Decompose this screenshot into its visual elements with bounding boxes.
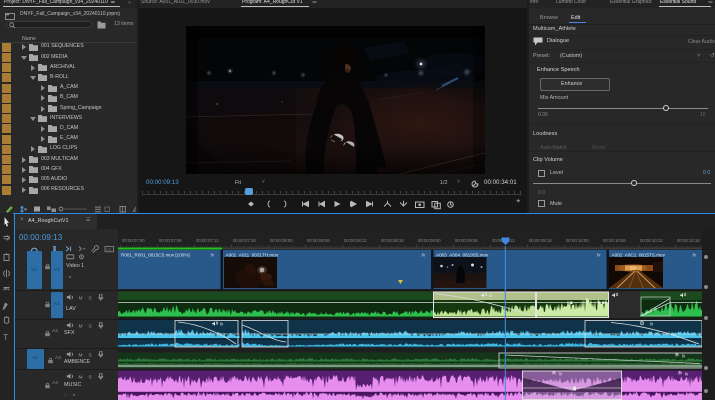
svg-text:A002_A0C1_0815TS.mov: A002_A0C1_0815TS.mov bbox=[612, 253, 666, 258]
svg-text:CC: CC bbox=[106, 248, 112, 252]
svg-text:R001_R001_0815C5.mov [100%]: R001_R001_0815C5.mov [100%] bbox=[121, 253, 190, 258]
svg-text:S: S bbox=[89, 323, 92, 328]
svg-text:S: S bbox=[89, 374, 92, 379]
svg-text:M: M bbox=[79, 295, 83, 300]
svg-text:A003_A004_0819S5.mov: A003_A004_0819S5.mov bbox=[436, 253, 489, 258]
svg-text:T: T bbox=[3, 333, 8, 342]
svg-text:S: S bbox=[89, 352, 92, 357]
svg-text:A001_A011_0031TH.mov: A001_A011_0031TH.mov bbox=[226, 253, 279, 258]
svg-text:M: M bbox=[79, 352, 83, 357]
svg-text:S: S bbox=[89, 295, 92, 300]
svg-text:M: M bbox=[79, 323, 83, 328]
svg-text:M: M bbox=[79, 374, 83, 379]
